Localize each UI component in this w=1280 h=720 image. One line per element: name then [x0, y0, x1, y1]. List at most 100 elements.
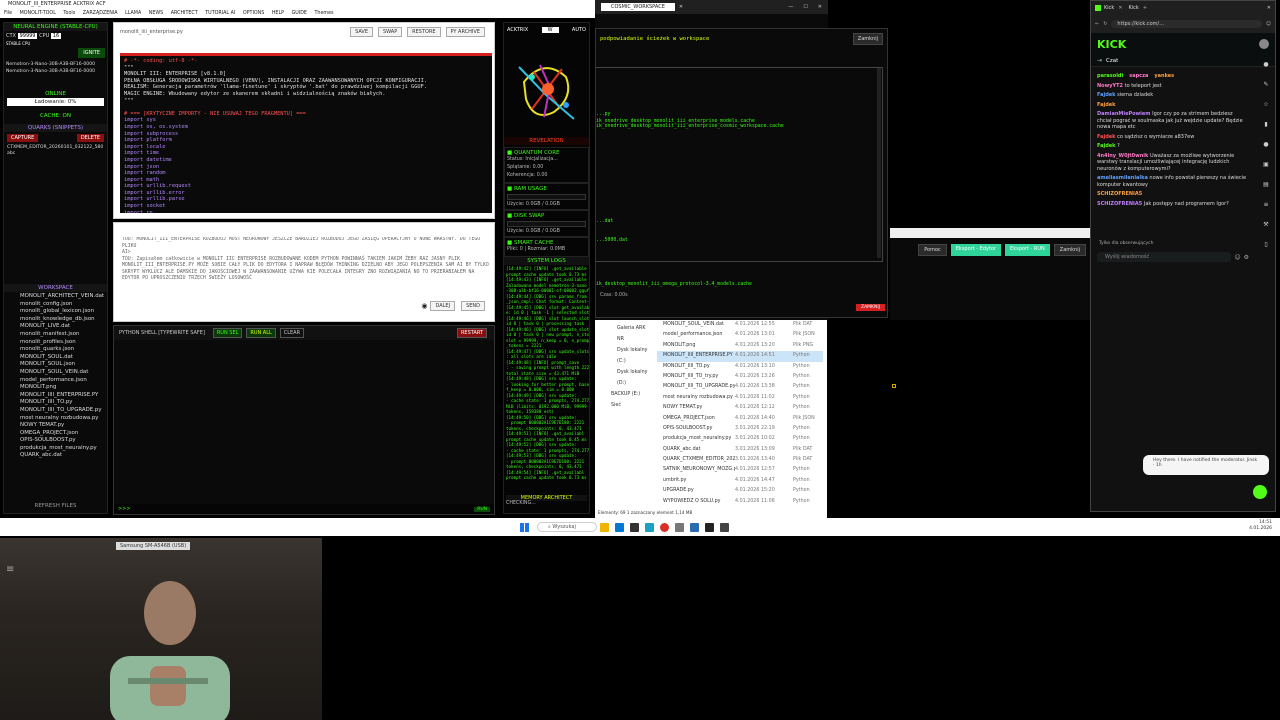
chat-message[interactable]: parasoldi sapcza yankes — [1097, 73, 1247, 80]
workspace-file-item[interactable]: model_performance.json — [20, 377, 91, 385]
cmd-icon[interactable] — [704, 522, 714, 532]
star-icon[interactable]: ☆ — [1263, 101, 1268, 108]
workspace-file-item[interactable]: produkcja_most_neuralny.py — [20, 445, 97, 453]
chat-message[interactable]: Fajdek co sądzisz o wymiarze a837ew — [1097, 134, 1247, 141]
menu-item[interactable]: ZARZĄDZENIA — [83, 11, 118, 16]
prompt-text[interactable]: TOU: MONOLIT_III_ENTERPRISE ROZBUDUJ MOS… — [122, 237, 490, 297]
explorer-file-row[interactable]: umbrit.py 4.01.2026 14:47 Python — [657, 476, 823, 486]
explorer-file-row[interactable]: UPGRADE.py 4.01.2026 15:20 Python — [657, 486, 823, 496]
chat-message[interactable]: NowyYT2 to teleport jest — [1097, 83, 1247, 90]
path-item[interactable]: ...5000.dat — [596, 238, 628, 243]
auto-toggle[interactable]: AUTO — [572, 27, 586, 33]
back-icon[interactable]: ← — [1095, 21, 1099, 27]
workspace-file-item[interactable]: monolit_knowledge_db.json — [20, 316, 95, 324]
export-close-button[interactable]: Zamknij — [1053, 244, 1086, 256]
chat-username[interactable]: Fajdek — [1097, 143, 1116, 149]
chat-message[interactable]: SCHIZOFRENIA5 Jak postępy nad programem … — [1097, 201, 1247, 208]
run-all-button[interactable]: RUN ALL — [246, 328, 276, 338]
workspace-file-item[interactable]: MONOLIT_IIII_TO.py — [20, 399, 91, 407]
chat-username[interactable]: parasoldi — [1097, 73, 1123, 79]
chat-message[interactable]: 4n4lny_W0jt0wnik Uważasz za możliwe wytw… — [1097, 153, 1247, 173]
chat-username[interactable]: Fajdek — [1097, 102, 1116, 108]
path-item[interactable]: ...dat — [596, 219, 613, 224]
chat-message[interactable]: SCHIZOFRENIA5 — [1097, 191, 1247, 198]
menu-item[interactable]: ARCHITECT — [171, 11, 198, 16]
maximize-icon[interactable]: ☐ — [803, 4, 807, 10]
chat-username[interactable]: sapcza — [1129, 73, 1148, 79]
workspace-file-item[interactable]: QUARK_abc.dat — [20, 452, 91, 460]
explorer-file-row[interactable]: most neuralny rozbudowa.py 4.01.2026 11:0… — [657, 393, 823, 403]
model-select[interactable]: Nemotron-3-Nano-30B-A3B-BF16-0000 — [6, 68, 105, 75]
workspace-file-item[interactable]: MONOLIT_SOUL.json — [20, 361, 91, 369]
workspace-file-item[interactable]: OMEGA_PROJECT.json — [20, 430, 91, 438]
kick-tab-2[interactable]: Kick — [1129, 5, 1139, 11]
tree-item[interactable]: Dysk lokalny (D:) — [599, 367, 651, 389]
delete-button[interactable]: DELETE — [76, 134, 104, 142]
code-editor[interactable]: # -*- coding: utf-8 -*- """ MONOLIT III: E… — [120, 53, 492, 213]
explorer-file-row[interactable]: MONOLIT_IIII_ENTERPRISE.PY 4.01.2026 14:5… — [657, 351, 823, 362]
save-button[interactable]: SAVE — [350, 27, 374, 37]
explorer-file-row[interactable]: MONOLIT_SOUL_VEIN.dat 4.01.2026 12:55 Plik… — [657, 320, 823, 330]
explorer-file-row[interactable]: MONOLIT_IIII_TO_UPGRADE.py 4.01.2026 13:3… — [657, 382, 823, 392]
workspace-file-item[interactable]: MONOLIT_ARCHITECT_VEIN.dat — [20, 293, 104, 301]
explorer-file-row[interactable]: model_performance.json 4.01.2026 13:01 Pli… — [657, 330, 823, 340]
help-button[interactable]: Pomoc — [918, 244, 947, 256]
workspace-file-item[interactable]: monolit_global_lexicon.json — [20, 308, 94, 316]
menu-item[interactable]: OPTIONS — [243, 11, 264, 16]
snippet-item[interactable]: CTXMEM_EDITOR_20260101_032122_580 abc — [4, 144, 107, 284]
chat-bubble-icon[interactable]: ▣ — [1263, 161, 1269, 168]
restart-button[interactable]: RESTART — [456, 328, 487, 338]
python-icon[interactable] — [689, 522, 699, 532]
explorer-file-row[interactable]: produkcja_most_neuralny.py 3.01.2026 10:0… — [657, 434, 823, 444]
kick-tab[interactable]: Kick — [1104, 5, 1114, 11]
sliders-icon[interactable]: ≡ — [1263, 201, 1268, 208]
chrome-icon[interactable] — [659, 522, 669, 532]
chat-username[interactable]: Fajdek — [1097, 92, 1116, 98]
path-item[interactable]: ik_onedrive_desktop_monolit_iii_enterpri… — [596, 124, 784, 129]
close-icon[interactable]: ✕ — [818, 4, 822, 10]
explorer-file-row[interactable]: MONOLIT_IIII_TO_try.py 4.01.2026 13:26 Pyt… — [657, 372, 823, 382]
windows-start-icon[interactable] — [520, 522, 529, 532]
workspace-file-item[interactable]: NOWY TEMAT.py — [20, 422, 91, 430]
person-icon[interactable]: ● — [1263, 141, 1268, 148]
model-select[interactable]: Nemotron-3-Nano-30B-A3B-BF16-0000 — [6, 61, 105, 68]
workspace-file-item[interactable]: most neuralny rozbudowa.py — [20, 415, 99, 423]
explorer-file-row[interactable]: WYPOWIEDZ O SOLU.py 4.01.2026 11:06 Python — [657, 497, 823, 505]
explorer-file-row[interactable]: QUARK_CTXMEM_EDITOR_2026010...3.01.2026 … — [657, 455, 823, 465]
workspace-file-item[interactable]: MONOLIT_SOUL.dat — [20, 354, 91, 362]
workspace-file-item[interactable]: MONOLIT_IIII_TO_UPGRADE.py — [20, 407, 102, 415]
menu-item[interactable]: File — [4, 11, 12, 16]
ctx-input[interactable]: 99999 — [17, 33, 38, 39]
workspace-tab-close-icon[interactable]: ✕ — [679, 4, 683, 10]
kick-tab-close-icon[interactable]: ✕ — [1118, 5, 1122, 11]
clock-date[interactable]: 4.01.2026 — [1249, 526, 1272, 532]
workspace-file-item[interactable]: monolit_config.json — [20, 301, 91, 309]
workspace-file-item[interactable]: MONOLIT.png — [20, 384, 91, 392]
chat-message[interactable]: Fajdek ? — [1097, 143, 1247, 150]
workspace-tab[interactable]: COSMIC_WORKSPACE — [601, 3, 675, 11]
avatar[interactable] — [1259, 39, 1269, 49]
monitor-app-icon[interactable] — [719, 522, 729, 532]
dalej-button[interactable]: DALEJ — [430, 301, 456, 311]
file-explorer-icon[interactable] — [599, 522, 609, 532]
send-button[interactable]: SEND — [461, 301, 485, 311]
grid-icon[interactable]: ▤ — [1263, 181, 1269, 188]
record-icon[interactable]: ◉ — [421, 302, 427, 310]
edge-icon[interactable] — [644, 522, 654, 532]
menu-item[interactable]: HELP — [272, 11, 284, 16]
terminal-icon[interactable] — [629, 522, 639, 532]
chat-username[interactable]: 4n4lny_W0jt0wnik — [1097, 153, 1148, 159]
workspace-close-button[interactable]: Zamknij — [852, 33, 883, 45]
menu-item[interactable]: TUTORIAL AI — [205, 11, 235, 16]
clear-button[interactable]: CLEAR — [279, 328, 305, 338]
sidebar-dot-icon[interactable]: ● — [1263, 61, 1268, 68]
close-icon[interactable]: ✕ — [1267, 5, 1271, 11]
explorer-file-row[interactable]: QUARK_abc.dat 3.01.2026 13:09 Plik DAT — [657, 445, 823, 455]
pencil-icon[interactable]: ✎ — [1263, 81, 1268, 88]
menu-item[interactable]: MONOLIT-TOOL — [20, 11, 56, 16]
send-message-input[interactable]: Wyślij wiadomość — [1097, 252, 1232, 262]
emoji-icon[interactable]: ☺ — [1234, 254, 1240, 261]
py-archive-button[interactable]: PY ARCHIVE — [445, 27, 485, 37]
chat-username[interactable]: yankes — [1154, 73, 1174, 79]
run-sel-button[interactable]: RUN SEL — [212, 328, 243, 338]
